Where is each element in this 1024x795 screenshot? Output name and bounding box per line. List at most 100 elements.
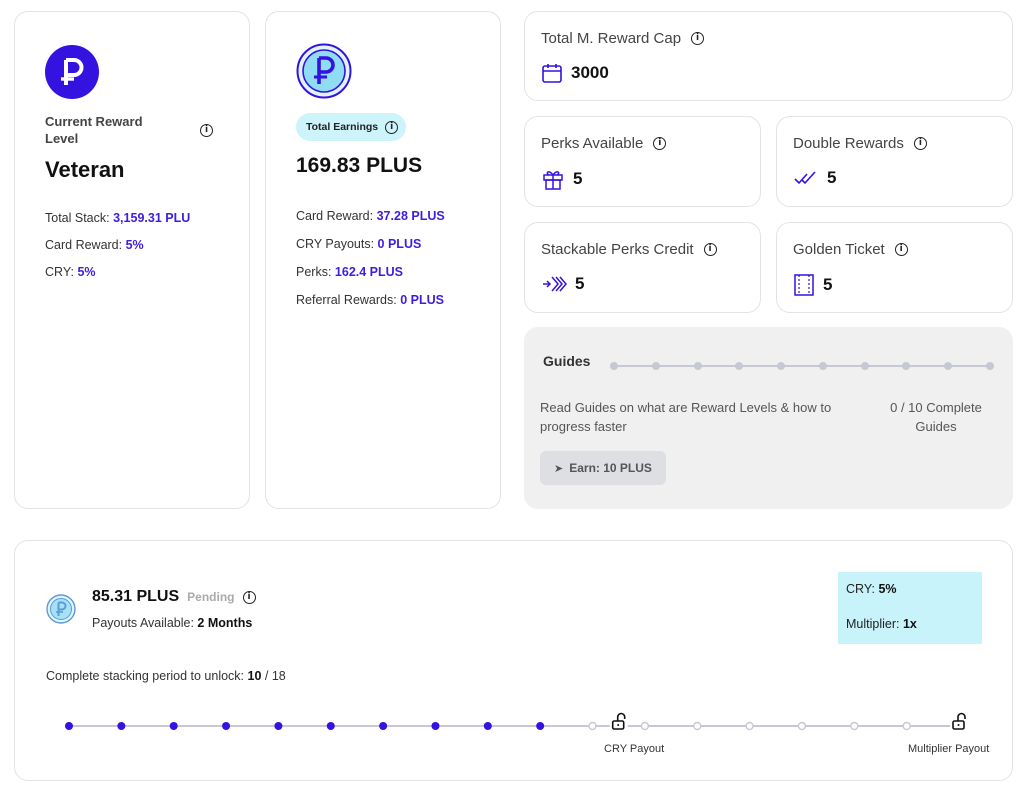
payout-amount-row: 85.31 PLUS Pending i xyxy=(92,588,256,606)
info-icon[interactable]: i xyxy=(242,590,256,604)
payouts-available-label: Payouts Available: xyxy=(92,616,194,630)
guides-title: Guides xyxy=(543,353,591,369)
total-earnings-card: Total Earnings i 169.83 PLUS Card Reward… xyxy=(265,11,501,509)
info-icon[interactable]: i xyxy=(703,243,717,256)
stacking-step-dot xyxy=(222,722,231,730)
info-icon[interactable]: i xyxy=(894,243,908,256)
stacking-step-dot xyxy=(588,721,597,731)
reward-cap-title: Total M. Reward Cap xyxy=(541,30,682,47)
reward-cap-title-row: Total M. Reward Cap i xyxy=(541,30,705,47)
payout-amount: 85.31 PLUS xyxy=(92,588,180,605)
stacking-step-dot xyxy=(745,721,754,731)
calendar-icon xyxy=(542,64,562,83)
stacking-step-dot xyxy=(797,721,807,731)
cry-multiplier-box: CRY: 5% Multiplier: 1x xyxy=(838,572,982,644)
info-icon[interactable]: i xyxy=(653,137,667,150)
card-reward-label: Card Reward: xyxy=(45,238,123,252)
stacking-period-done: 10 xyxy=(247,669,262,683)
guide-step-dot xyxy=(652,362,660,370)
reward-level-label: Current Reward Level xyxy=(45,114,143,146)
guide-step-dot xyxy=(735,362,743,370)
unlock-icon xyxy=(609,712,628,730)
guide-step-dot xyxy=(902,362,910,370)
payout-cry-row: CRY: 5% xyxy=(846,582,974,617)
stacking-step-dot xyxy=(431,722,440,730)
arrow-right-icon: ➤ xyxy=(554,462,564,475)
double-rewards-value: 5 xyxy=(827,168,837,187)
earn-guides-button[interactable]: ➤ Earn: 10 PLUS xyxy=(540,451,666,485)
stacking-step-dot xyxy=(640,721,650,731)
perks-available-value: 5 xyxy=(573,169,583,188)
multiplier-value: 1x xyxy=(902,617,917,631)
earn-guides-button-label: Earn: 10 PLUS xyxy=(569,461,652,475)
perks-card: Perks Available i 5 xyxy=(524,116,761,207)
golden-ticket-card: Golden Ticket i 5 xyxy=(776,222,1013,313)
stacking-step-dot xyxy=(326,722,335,730)
stacking-step-dot xyxy=(169,722,178,730)
cry-payouts-label: CRY Payouts: xyxy=(296,237,375,251)
stacking-period-total: / 18 xyxy=(264,669,286,683)
stacking-step-dot xyxy=(902,721,911,731)
stackable-value-row: 5 xyxy=(541,273,584,295)
payout-card: 85.31 PLUS Pending i Payouts Available: … xyxy=(14,540,1013,781)
plus-token-icon xyxy=(296,43,352,99)
unlock-icon xyxy=(950,712,968,730)
double-check-icon xyxy=(794,171,816,185)
payout-cry-label: CRY: xyxy=(846,582,875,596)
guides-progress-text: 0 / 10 Complete Guides xyxy=(890,400,982,434)
multiplier-label: Multiplier: xyxy=(846,617,900,631)
referral-value: 0 PLUS xyxy=(400,293,444,307)
cry-label: CRY: xyxy=(45,265,74,279)
golden-value-row: 5 xyxy=(793,273,832,297)
stacking-step-dot xyxy=(693,721,702,731)
stacking-period-text: Complete stacking period to unlock: 10 /… xyxy=(46,669,286,683)
card-reward-value: 5% xyxy=(125,238,144,252)
stacking-step-dot xyxy=(483,722,492,730)
total-earnings-badge: Total Earnings i xyxy=(296,113,407,141)
guide-step-dot xyxy=(610,362,618,370)
stackable-perks-card: Stackable Perks Credit i 5 xyxy=(524,222,761,313)
stacking-step-dot xyxy=(117,722,126,730)
reward-cap-value-row: 3000 xyxy=(541,62,609,84)
cry-row: CRY: 5% xyxy=(45,265,190,292)
payout-cry-value: 5% xyxy=(878,582,897,596)
plus-logo-icon xyxy=(45,45,99,99)
earn-card-reward-label: Card Reward: xyxy=(296,209,374,223)
total-stack-row: Total Stack: 3,159.31 PLU xyxy=(45,211,190,238)
guide-step-dot xyxy=(777,362,785,370)
info-icon[interactable]: i xyxy=(385,120,399,134)
double-value-row: 5 xyxy=(793,167,836,189)
referral-label: Referral Rewards: xyxy=(296,293,397,307)
card-reward-row: Card Reward: 5% xyxy=(45,238,190,265)
total-stack-label: Total Stack: xyxy=(45,211,110,225)
stackable-title-row: Stackable Perks Credit i xyxy=(541,241,717,258)
golden-ticket-value: 5 xyxy=(823,275,833,294)
guide-step-dot xyxy=(944,362,952,370)
payouts-available-value: 2 Months xyxy=(197,616,253,630)
stacking-step-dot xyxy=(536,722,545,730)
guides-card: Guides Read Guides on what are Reward Le… xyxy=(524,327,1013,509)
info-icon[interactable]: i xyxy=(913,137,927,150)
multiplier-row: Multiplier: 1x xyxy=(846,617,974,652)
stackable-perks-title: Stackable Perks Credit xyxy=(541,241,694,258)
payout-status-badge: Pending xyxy=(187,590,235,604)
cry-payout-milestone-label: CRY Payout xyxy=(604,743,665,755)
level-stats: Total Stack: 3,159.31 PLU Card Reward: 5… xyxy=(45,211,190,292)
stacking-step-dot xyxy=(274,722,283,730)
guide-step-dot xyxy=(861,362,869,370)
earn-card-reward-row: Card Reward: 37.28 PLUS xyxy=(296,209,445,237)
stack-arrows-icon xyxy=(543,276,567,292)
multiplier-payout-milestone-label: Multiplier Payout xyxy=(908,743,990,755)
total-earnings-value: 169.83 PLUS xyxy=(296,154,423,177)
earn-card-reward-value: 37.28 PLUS xyxy=(376,209,445,223)
reward-cap-card: Total M. Reward Cap i 3000 xyxy=(524,11,1013,101)
stackable-perks-value: 5 xyxy=(575,274,585,293)
stacking-step-dot xyxy=(379,722,388,730)
info-icon[interactable]: i xyxy=(691,32,705,45)
total-earnings-label: Total Earnings xyxy=(306,121,379,133)
perks-title: Perks Available xyxy=(541,135,644,152)
golden-title-row: Golden Ticket i xyxy=(793,241,908,258)
info-icon[interactable]: i xyxy=(200,124,213,137)
double-rewards-card: Double Rewards i 5 xyxy=(776,116,1013,207)
guide-step-dot xyxy=(819,362,827,370)
